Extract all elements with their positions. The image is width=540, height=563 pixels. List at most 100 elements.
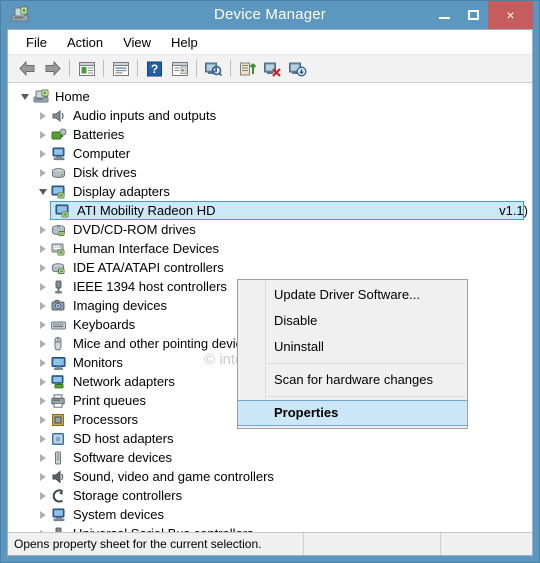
toolbar-separator xyxy=(137,60,138,77)
expand-toggle-icon[interactable] xyxy=(36,429,50,448)
chevron-right-icon xyxy=(40,377,46,386)
chevron-down-icon xyxy=(21,93,29,100)
expand-toggle-icon[interactable] xyxy=(36,106,50,125)
tree-node-batteries[interactable]: Batteries xyxy=(8,125,532,144)
update-driver-button[interactable] xyxy=(235,57,260,80)
ctx-scan-for-hardware-changes[interactable]: Scan for hardware changes xyxy=(238,367,467,393)
ide-controller-icon xyxy=(50,260,68,276)
ctx-disable[interactable]: Disable xyxy=(238,308,467,334)
device-tree[interactable]: Home Audio inputs and outputs Batteries … xyxy=(8,83,532,532)
hid-icon xyxy=(50,241,68,257)
tree-node-system-devices[interactable]: System devices xyxy=(8,505,532,524)
tree-node-universal-serial-bus-controllers[interactable]: Universal Serial Bus controllers xyxy=(8,524,532,532)
tree-node-label: Home xyxy=(55,89,90,104)
expand-toggle-icon[interactable] xyxy=(36,163,50,182)
window-controls: × xyxy=(430,1,533,29)
tree-node-label: Audio inputs and outputs xyxy=(73,108,217,123)
menu-file[interactable]: File xyxy=(16,33,57,52)
expand-toggle-icon[interactable] xyxy=(36,334,50,353)
status-pane-3 xyxy=(441,533,532,555)
expand-toggle-icon[interactable] xyxy=(36,486,50,505)
chevron-right-icon xyxy=(40,529,46,532)
chevron-right-icon xyxy=(40,301,46,310)
expand-toggle-icon[interactable] xyxy=(36,372,50,391)
properties-button[interactable] xyxy=(108,57,133,80)
scan-hardware-changes-button[interactable] xyxy=(201,57,226,80)
back-button[interactable] xyxy=(15,57,40,80)
mouse-icon xyxy=(50,336,68,352)
client-area: File Action View Help ? Home Audio input… xyxy=(7,29,533,556)
tree-node-home[interactable]: Home xyxy=(8,87,532,106)
tree-node-display-adapters[interactable]: Display adapters xyxy=(8,182,532,201)
expand-toggle-icon[interactable] xyxy=(36,182,50,201)
tree-node-sd-host-adapters[interactable]: SD host adapters xyxy=(8,429,532,448)
close-button[interactable]: × xyxy=(488,1,533,29)
forward-button[interactable] xyxy=(40,57,65,80)
expand-toggle-icon[interactable] xyxy=(36,410,50,429)
chevron-right-icon xyxy=(40,491,46,500)
expand-toggle-icon[interactable] xyxy=(36,467,50,486)
status-bar: Opens property sheet for the current sel… xyxy=(8,532,532,555)
chevron-right-icon xyxy=(40,130,46,139)
show-hide-action-pane-button[interactable] xyxy=(167,57,192,80)
expand-toggle-icon[interactable] xyxy=(36,391,50,410)
tree-node-sound-video-and-game-controllers[interactable]: Sound, video and game controllers xyxy=(8,467,532,486)
tree-node-ide-ata-atapi-controllers[interactable]: IDE ATA/ATAPI controllers xyxy=(8,258,532,277)
tree-node-dvd-cd-rom-drives[interactable]: DVD/CD-ROM drives xyxy=(8,220,532,239)
expand-toggle-icon[interactable] xyxy=(36,277,50,296)
show-hide-console-tree-button[interactable] xyxy=(74,57,99,80)
maximize-button[interactable] xyxy=(459,1,488,29)
menu-view[interactable]: View xyxy=(113,33,161,52)
tree-node-label: IDE ATA/ATAPI controllers xyxy=(73,260,224,275)
minimize-button[interactable] xyxy=(430,1,459,29)
menu-action[interactable]: Action xyxy=(57,33,113,52)
ctx-properties[interactable]: Properties xyxy=(238,400,467,426)
expand-toggle-icon[interactable] xyxy=(36,239,50,258)
expand-toggle-icon[interactable] xyxy=(36,144,50,163)
properties-window-icon xyxy=(112,61,129,76)
menu-help[interactable]: Help xyxy=(161,33,208,52)
chevron-right-icon xyxy=(40,225,46,234)
title-bar[interactable]: Device Manager × xyxy=(7,1,533,29)
svg-text:?: ? xyxy=(151,62,158,76)
expand-toggle-icon[interactable] xyxy=(36,353,50,372)
tree-node-label: Display adapters xyxy=(73,184,170,199)
menu-bar: File Action View Help xyxy=(8,30,532,55)
context-menu[interactable]: Update Driver Software... Disable Uninst… xyxy=(237,279,468,429)
expand-toggle-icon[interactable] xyxy=(36,448,50,467)
uninstall-device-button[interactable] xyxy=(260,57,285,80)
expand-toggle-icon[interactable] xyxy=(36,258,50,277)
tree-node-human-interface-devices[interactable]: Human Interface Devices xyxy=(8,239,532,258)
expand-toggle-icon[interactable] xyxy=(36,220,50,239)
expand-toggle-icon[interactable] xyxy=(36,505,50,524)
expand-toggle-icon[interactable] xyxy=(36,315,50,334)
computer-home-icon xyxy=(32,89,50,105)
expand-toggle-icon[interactable] xyxy=(18,87,32,106)
tree-node-audio-inputs-and-outputs[interactable]: Audio inputs and outputs xyxy=(8,106,532,125)
expand-toggle-icon[interactable] xyxy=(36,524,50,532)
status-pane-2 xyxy=(304,533,441,555)
disable-device-button[interactable] xyxy=(285,57,310,80)
help-button[interactable]: ? xyxy=(142,57,167,80)
tree-node-computer[interactable]: Computer xyxy=(8,144,532,163)
tree-node-ati-mobility-radeon-hd[interactable]: ATI Mobility Radeon HD v1.1) xyxy=(8,201,532,220)
ctx-update-driver-software[interactable]: Update Driver Software... xyxy=(238,282,467,308)
tree-node-disk-drives[interactable]: Disk drives xyxy=(8,163,532,182)
tree-node-label: SD host adapters xyxy=(73,431,174,446)
tree-node-label: Sound, video and game controllers xyxy=(73,469,274,484)
tree-node-storage-controllers[interactable]: Storage controllers xyxy=(8,486,532,505)
tree-node-label: Imaging devices xyxy=(73,298,167,313)
expand-toggle-icon[interactable] xyxy=(36,125,50,144)
tree-node-label: Keyboards xyxy=(73,317,136,332)
firewire-icon xyxy=(50,279,68,295)
toolbar: ? xyxy=(8,55,532,83)
expand-toggle-icon[interactable] xyxy=(36,296,50,315)
tree-node-software-devices[interactable]: Software devices xyxy=(8,448,532,467)
toolbar-separator xyxy=(230,60,231,77)
chevron-right-icon xyxy=(40,510,46,519)
chevron-right-icon xyxy=(40,111,46,120)
console-tree-icon xyxy=(78,61,95,76)
tree-node-label: Processors xyxy=(73,412,139,427)
optical-drive-icon xyxy=(50,222,68,238)
ctx-uninstall[interactable]: Uninstall xyxy=(238,334,467,360)
